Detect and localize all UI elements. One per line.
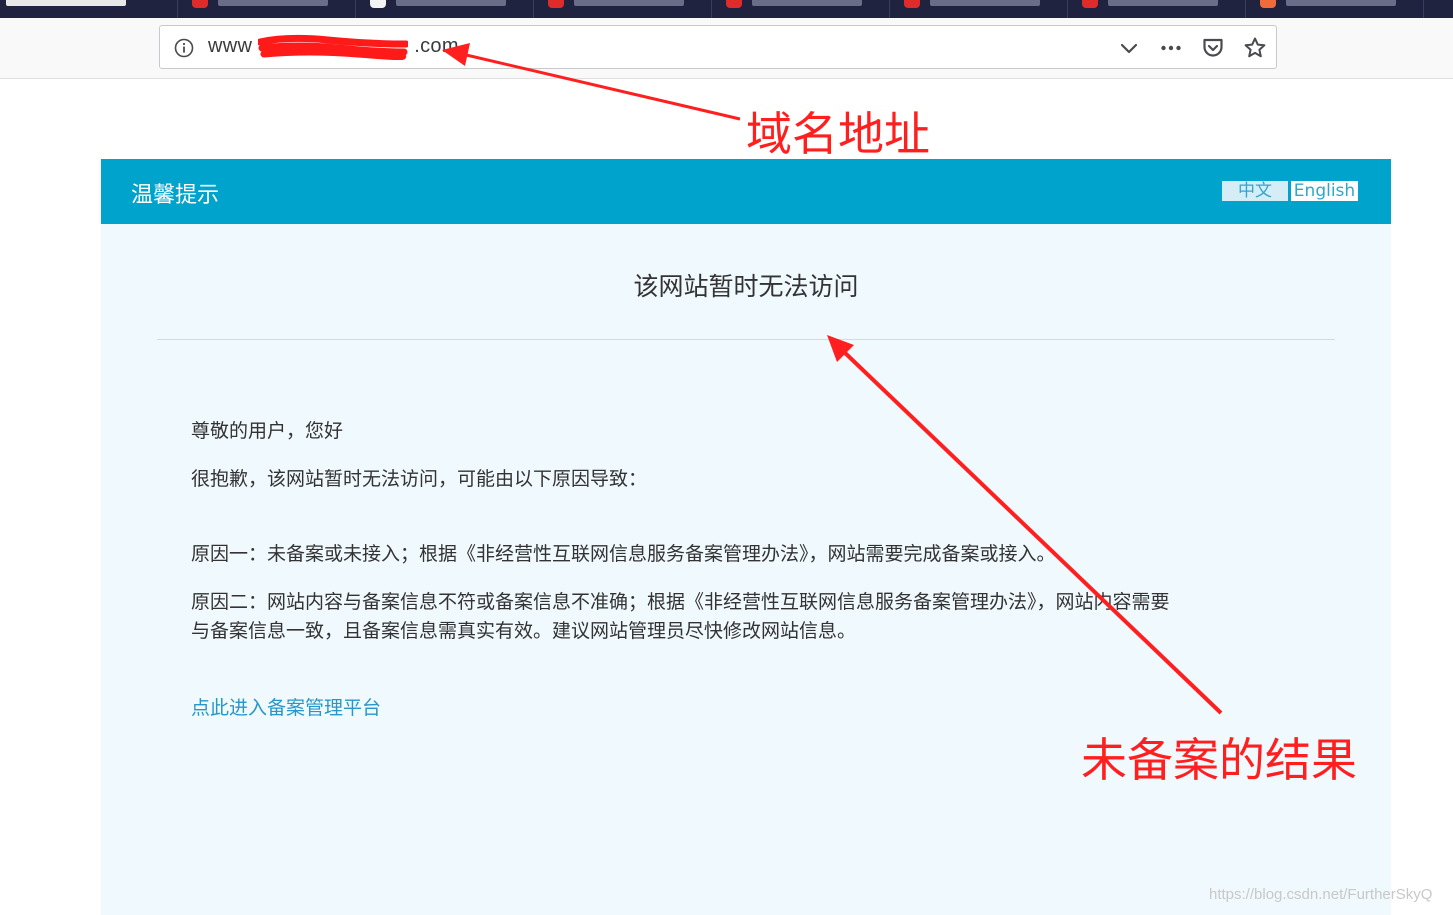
page-favicon-icon bbox=[370, 0, 386, 8]
lang-chinese-button[interactable]: 中文 bbox=[1222, 181, 1288, 201]
browser-toolbar: www .com bbox=[0, 18, 1453, 79]
more-icon[interactable] bbox=[1159, 36, 1183, 60]
header-title: 温馨提示 bbox=[131, 183, 220, 208]
tab-title-cropped bbox=[218, 0, 328, 6]
csdn-favicon-icon bbox=[192, 0, 208, 8]
domain-annotation-label: 域名地址 bbox=[746, 107, 930, 161]
page-heading: 该网站暂时无法访问 bbox=[633, 272, 859, 301]
greeting-text: 尊敬的用户，您好 bbox=[191, 420, 344, 442]
browser-tab[interactable] bbox=[534, 0, 712, 18]
lang-english-button[interactable]: English bbox=[1291, 181, 1358, 201]
csdn-favicon-icon bbox=[904, 0, 920, 8]
redaction-scribble bbox=[258, 34, 408, 60]
tab-title-cropped bbox=[930, 0, 1040, 6]
chevron-down-icon[interactable] bbox=[1117, 36, 1141, 60]
tab-title-cropped bbox=[752, 0, 862, 6]
result-annotation-label: 未备案的结果 bbox=[1081, 733, 1357, 787]
divider bbox=[157, 339, 1335, 340]
csdn-favicon-icon bbox=[1082, 0, 1098, 8]
csdn-favicon-icon bbox=[548, 0, 564, 8]
reason-two-line: 原因二：网站内容与备案信息不符或备案信息不准确；根据《非经营性互联网信息服务备案… bbox=[191, 591, 1170, 613]
reason-one-text: 原因一：未备案或未接入；根据《非经营性互联网信息服务备案管理办法》，网站需要完成… bbox=[191, 543, 1056, 565]
reason-two-text: 原因二：网站内容与备案信息不符或备案信息不准确；根据《非经营性互联网信息服务备案… bbox=[191, 588, 1301, 646]
browser-tab[interactable] bbox=[890, 0, 1068, 18]
notice-panel: 温馨提示 中文 English 该网站暂时无法访问 尊敬的用户，您好 很抱歉，该… bbox=[101, 159, 1391, 915]
address-bar[interactable]: www .com bbox=[159, 25, 1277, 69]
watermark: https://blog.csdn.net/FurtherSkyQ bbox=[1209, 886, 1433, 903]
browser-tab[interactable] bbox=[356, 0, 534, 18]
pocket-icon[interactable] bbox=[1201, 36, 1225, 60]
browser-tab[interactable] bbox=[178, 0, 356, 18]
info-icon[interactable] bbox=[174, 38, 194, 58]
tab-title-cropped bbox=[574, 0, 684, 6]
reason-two-line: 与备案信息一致，且备案信息需真实有效。建议网站管理员尽快修改网站信息。 bbox=[191, 620, 857, 642]
browser-tab[interactable] bbox=[0, 0, 178, 18]
browser-tab[interactable] bbox=[712, 0, 890, 18]
csdn-favicon-icon bbox=[726, 0, 742, 8]
star-icon[interactable] bbox=[1243, 36, 1267, 60]
page-favicon-icon bbox=[1260, 0, 1276, 8]
browser-tab[interactable] bbox=[1246, 0, 1424, 18]
platform-link[interactable]: 点此进入备案管理平台 bbox=[191, 693, 381, 720]
browser-tab[interactable] bbox=[1068, 0, 1246, 18]
tab-title-cropped bbox=[396, 0, 506, 6]
tab-title-cropped bbox=[1286, 0, 1396, 6]
tab-title-cropped bbox=[1108, 0, 1218, 6]
apology-text: 很抱歉，该网站暂时无法访问，可能由以下原因导致： bbox=[191, 468, 648, 490]
notice-header: 温馨提示 中文 English bbox=[101, 159, 1391, 224]
tab-title-cropped bbox=[6, 0, 126, 6]
browser-tab-strip bbox=[0, 0, 1453, 18]
